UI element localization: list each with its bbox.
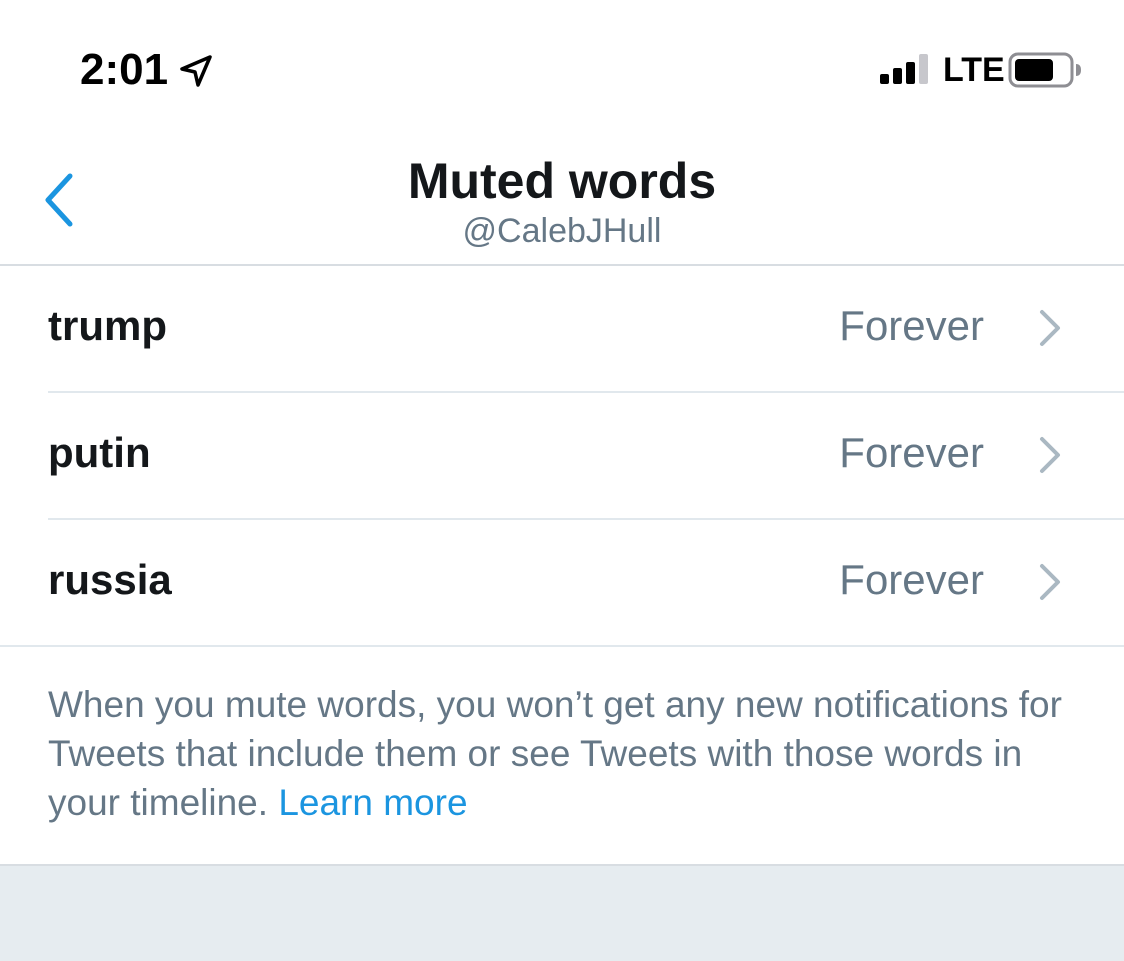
muted-words-list: trump Forever putin Forever russia Forev…: [0, 266, 1124, 647]
page-title: Muted words: [407, 153, 717, 209]
muted-word-label: putin: [48, 429, 151, 476]
chevron-right-icon: [1036, 562, 1064, 602]
learn-more-link[interactable]: Learn more: [278, 782, 467, 823]
muted-word-label: trump: [48, 302, 167, 349]
list-item[interactable]: trump Forever: [0, 266, 1124, 393]
status-bar: 2:01 LTE: [0, 0, 1124, 130]
list-item[interactable]: putin Forever: [0, 393, 1124, 520]
mute-duration-label: Forever: [839, 556, 984, 603]
muted-word-label: russia: [48, 556, 172, 603]
status-time: 2:01: [80, 45, 169, 94]
cellular-signal-icon: [880, 54, 934, 86]
mute-duration-label: Forever: [839, 302, 984, 349]
list-item[interactable]: russia Forever: [0, 520, 1124, 647]
battery-icon: [1008, 52, 1084, 88]
location-arrow-icon: [178, 53, 214, 89]
network-label: LTE: [943, 51, 1005, 89]
background-area: [0, 866, 1124, 961]
mute-duration-label: Forever: [839, 429, 984, 476]
muted-words-screen: 2:01 LTE Muted words @CalebJHull trump F…: [0, 0, 1124, 961]
explanation-body: When you mute words, you won’t get any n…: [48, 684, 1062, 823]
explanation-text: When you mute words, you won’t get any n…: [48, 680, 1088, 827]
chevron-right-icon: [1036, 308, 1064, 348]
account-handle: @CalebJHull: [462, 212, 662, 250]
chevron-right-icon: [1036, 435, 1064, 475]
row-divider: [0, 645, 1124, 647]
nav-header: Muted words @CalebJHull: [0, 130, 1124, 266]
